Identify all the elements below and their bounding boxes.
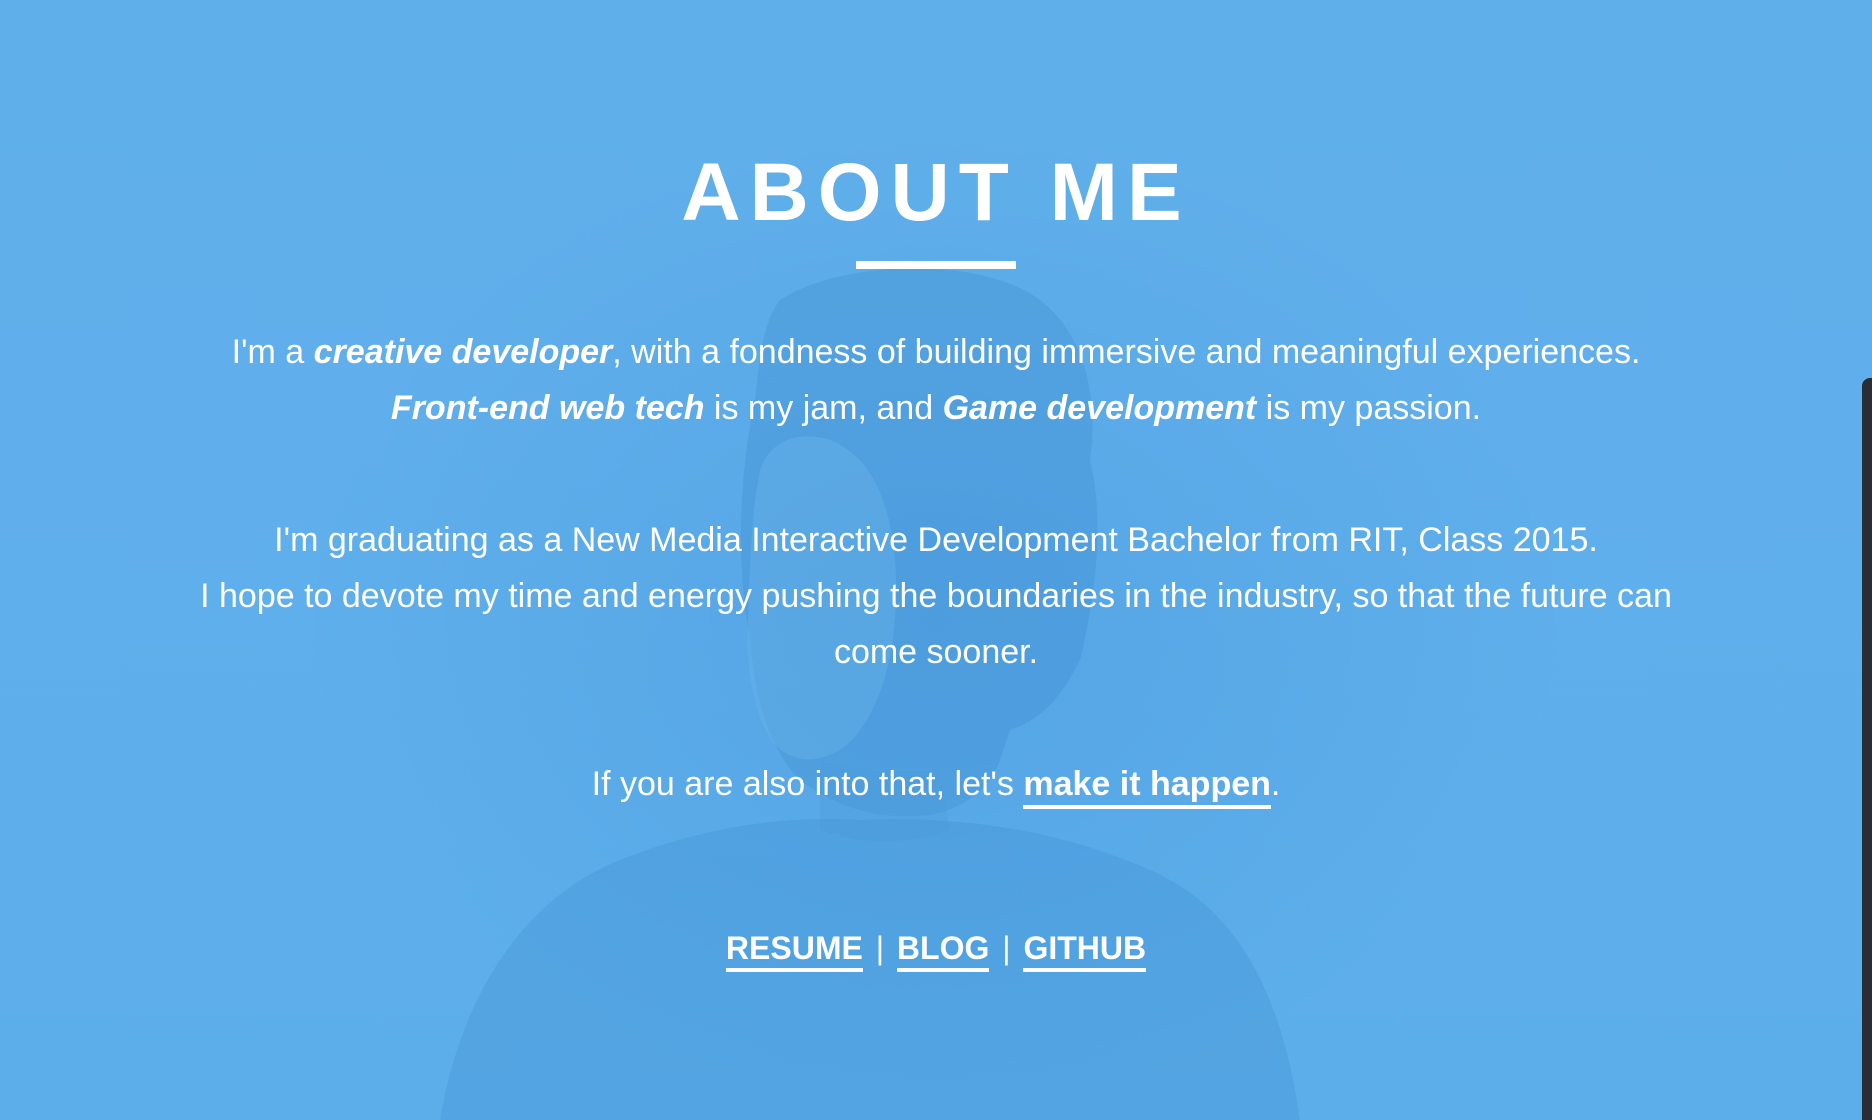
intro-emphasis-creative-developer: creative developer [313,333,613,371]
title-underline [856,261,1016,269]
intro-paragraph: I'm a creative developer, with a fondnes… [160,324,1712,436]
footer-links: RESUME | BLOG | GITHUB [0,920,1872,976]
intro-emphasis-game-development: Game development [942,389,1257,427]
blog-link[interactable]: BLOG [896,930,990,972]
education-line: I hope to devote my time and energy push… [200,577,1672,671]
intro-text: , with a fondness of building immersive … [612,333,1641,371]
github-link[interactable]: GITHUB [1023,930,1147,972]
cta-paragraph: If you are also into that, let's make it… [160,756,1712,812]
intro-text: is my passion. [1256,389,1482,427]
education-line: I'm graduating as a New Media Interactiv… [274,521,1598,559]
intro-text: is my jam, and [704,389,943,427]
intro-emphasis-front-end: Front-end web tech [390,389,705,427]
page-title: ABOUT ME [681,147,1191,238]
make-it-happen-link[interactable]: make it happen [1023,765,1271,809]
scrollbar-thumb[interactable] [1862,378,1872,1120]
education-paragraph: I'm graduating as a New Media Interactiv… [160,512,1712,680]
link-separator: | [1002,930,1011,966]
intro-text: I'm a [231,333,314,371]
cta-text: . [1270,765,1281,803]
resume-link[interactable]: RESUME [725,930,863,972]
cta-text: If you are also into that, let's [591,765,1024,803]
link-separator: | [875,930,885,966]
